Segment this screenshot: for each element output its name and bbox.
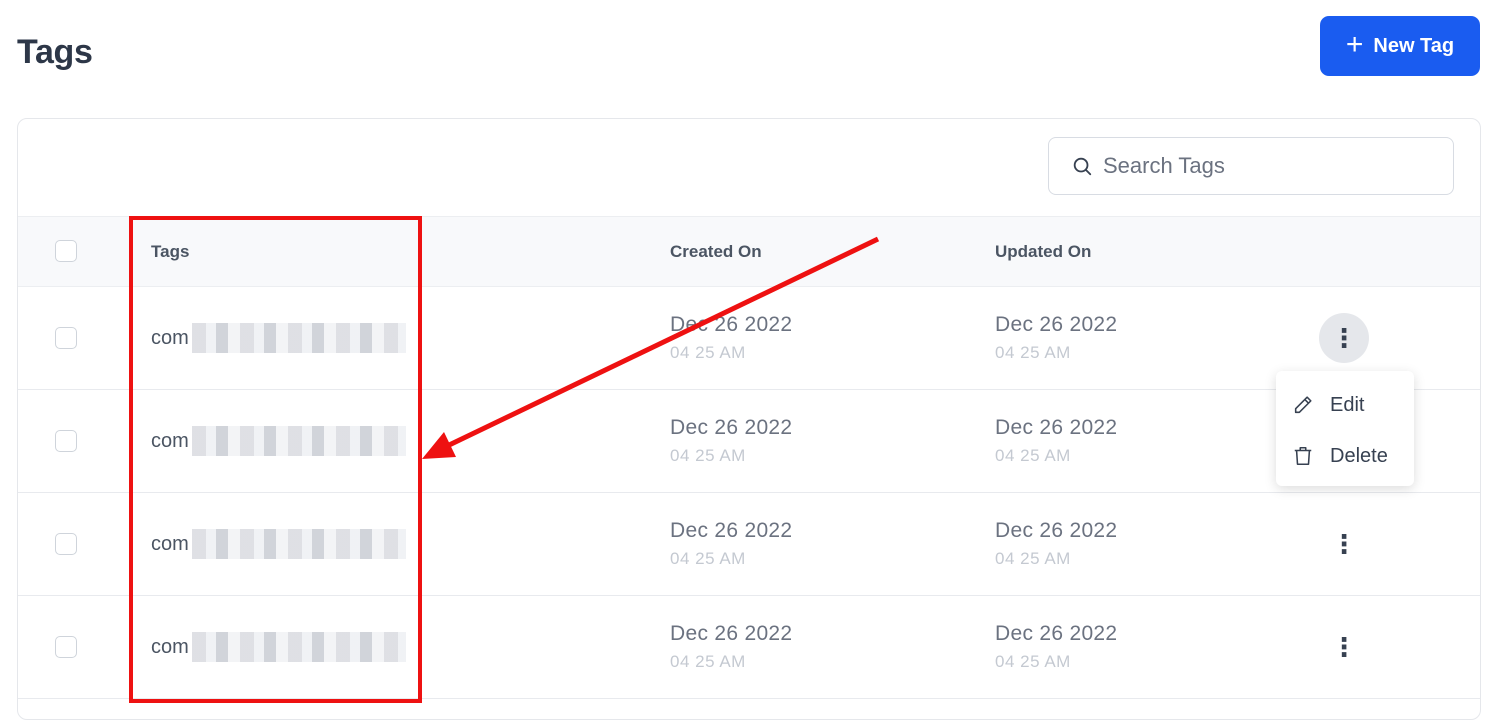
created-date: Dec 26 2022 xyxy=(670,622,793,645)
updated-date: Dec 26 2022 xyxy=(995,622,1118,645)
more-vertical-icon[interactable]: ⋮ xyxy=(1319,313,1369,363)
redacted-tag-text xyxy=(192,323,406,353)
search-box[interactable] xyxy=(1048,137,1454,195)
menu-item-label: Edit xyxy=(1330,393,1365,416)
redacted-tag-text xyxy=(192,632,406,662)
updated-date: Dec 26 2022 xyxy=(995,519,1118,542)
tag-name[interactable]: com xyxy=(151,327,189,350)
created-time: 04 25 AM xyxy=(670,446,746,465)
updated-time: 04 25 AM xyxy=(995,549,1071,568)
new-tag-button[interactable]: + New Tag xyxy=(1320,16,1480,76)
row-checkbox[interactable] xyxy=(55,327,77,349)
tag-name[interactable]: com xyxy=(151,636,189,659)
row-actions-menu: Edit Delete xyxy=(1276,371,1414,486)
new-tag-label: New Tag xyxy=(1373,34,1455,57)
tag-name[interactable]: com xyxy=(151,430,189,453)
updated-date: Dec 26 2022 xyxy=(995,313,1118,336)
table-row: com Dec 26 2022 04 25 AM Dec 26 2022 04 … xyxy=(18,493,1480,596)
created-date: Dec 26 2022 xyxy=(670,519,793,542)
created-time: 04 25 AM xyxy=(670,549,746,568)
more-vertical-icon[interactable]: ⋮ xyxy=(1319,519,1369,569)
redacted-tag-text xyxy=(192,426,406,456)
row-checkbox[interactable] xyxy=(55,430,77,452)
created-time: 04 25 AM xyxy=(670,343,746,362)
table-row: com Dec 26 2022 04 25 AM Dec 26 2022 04 … xyxy=(18,596,1480,699)
page-title: Tags xyxy=(17,33,93,71)
updated-time: 04 25 AM xyxy=(995,446,1071,465)
pencil-icon xyxy=(1294,396,1312,414)
column-header-updated-on[interactable]: Updated On xyxy=(995,242,1091,262)
plus-icon: + xyxy=(1345,27,1364,61)
created-date: Dec 26 2022 xyxy=(670,416,793,439)
created-date: Dec 26 2022 xyxy=(670,313,793,336)
tags-table-card: Tags Created On Updated On com Dec 26 20… xyxy=(17,118,1481,720)
updated-date: Dec 26 2022 xyxy=(995,416,1118,439)
menu-item-label: Delete xyxy=(1330,444,1388,467)
redacted-tag-text xyxy=(192,529,406,559)
column-header-tags[interactable]: Tags xyxy=(151,242,189,262)
search-input[interactable] xyxy=(1101,152,1435,180)
menu-item-delete[interactable]: Delete xyxy=(1292,441,1388,471)
search-icon xyxy=(1073,157,1092,176)
table-row: com Dec 26 2022 04 25 AM Dec 26 2022 04 … xyxy=(18,390,1480,493)
table-row: com Dec 26 2022 04 25 AM Dec 26 2022 04 … xyxy=(18,287,1480,390)
updated-time: 04 25 AM xyxy=(995,343,1071,362)
row-checkbox[interactable] xyxy=(55,636,77,658)
trash-icon xyxy=(1294,446,1312,466)
more-vertical-icon[interactable]: ⋮ xyxy=(1319,622,1369,672)
menu-item-edit[interactable]: Edit xyxy=(1292,390,1364,420)
column-header-created-on[interactable]: Created On xyxy=(670,242,762,262)
select-all-checkbox[interactable] xyxy=(55,240,77,262)
created-time: 04 25 AM xyxy=(670,652,746,671)
table-header: Tags Created On Updated On xyxy=(18,216,1480,287)
row-checkbox[interactable] xyxy=(55,533,77,555)
tag-name[interactable]: com xyxy=(151,533,189,556)
updated-time: 04 25 AM xyxy=(995,652,1071,671)
